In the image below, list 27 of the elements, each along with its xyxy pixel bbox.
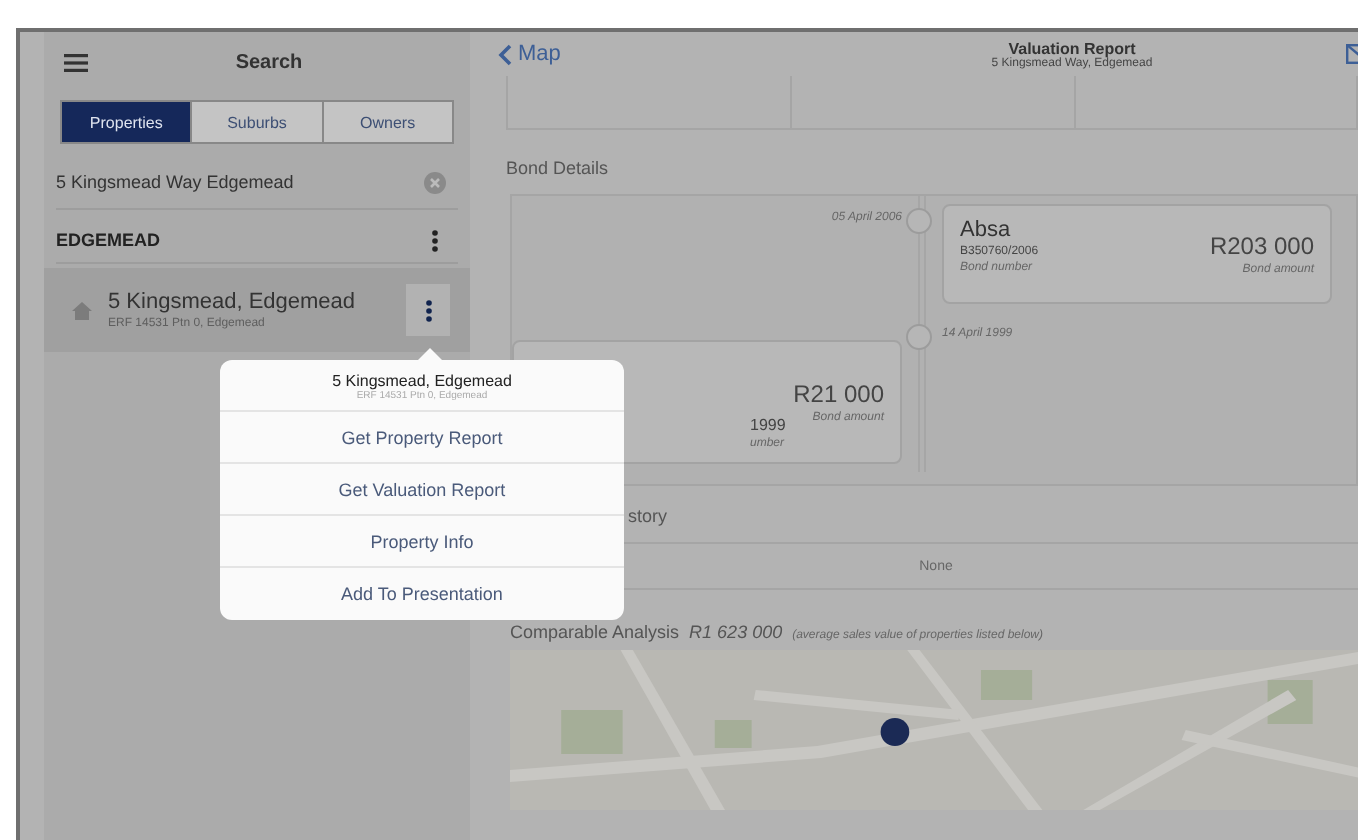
segment-tab[interactable]: Properties	[62, 102, 191, 142]
bond-amount: R203 000	[1209, 232, 1314, 260]
group-name: EDGEMEAD	[56, 230, 161, 250]
section-heading: Comparable Analysis	[510, 622, 680, 642]
popover-title: 5 Kingsmead, Edgemead	[332, 372, 512, 390]
sidebar-title: Search	[233, 51, 305, 73]
average-amount: R1 623 000	[689, 622, 783, 642]
chevron-left-icon	[498, 43, 512, 65]
search-field[interactable]: 5 Kingsmead Way Edgemead	[56, 172, 424, 192]
result-title: 5 Kingsmead, Edgemead	[108, 290, 358, 314]
report-title: Valuation Report	[1008, 39, 1136, 57]
bond-number: 1999	[750, 416, 786, 434]
segment-tab[interactable]: Suburbs	[190, 102, 322, 142]
section-heading: story	[628, 506, 668, 526]
menu-item[interactable]: Add To Presentation	[220, 568, 624, 620]
house-icon	[72, 301, 92, 319]
section-heading: Bond Details	[504, 156, 611, 182]
menu-item[interactable]: Get Property Report	[220, 412, 624, 464]
more-button[interactable]	[406, 284, 450, 336]
segment-tab[interactable]: Owners	[321, 102, 452, 142]
more-icon	[425, 299, 431, 321]
bond-amount: R21 000	[793, 380, 884, 408]
menu-icon[interactable]	[64, 53, 88, 71]
more-icon[interactable]	[432, 229, 438, 251]
menu-item[interactable]: Get Valuation Report	[220, 464, 624, 516]
bank-name: Absa	[960, 218, 1013, 242]
menu-item[interactable]: Property Info	[220, 516, 624, 568]
